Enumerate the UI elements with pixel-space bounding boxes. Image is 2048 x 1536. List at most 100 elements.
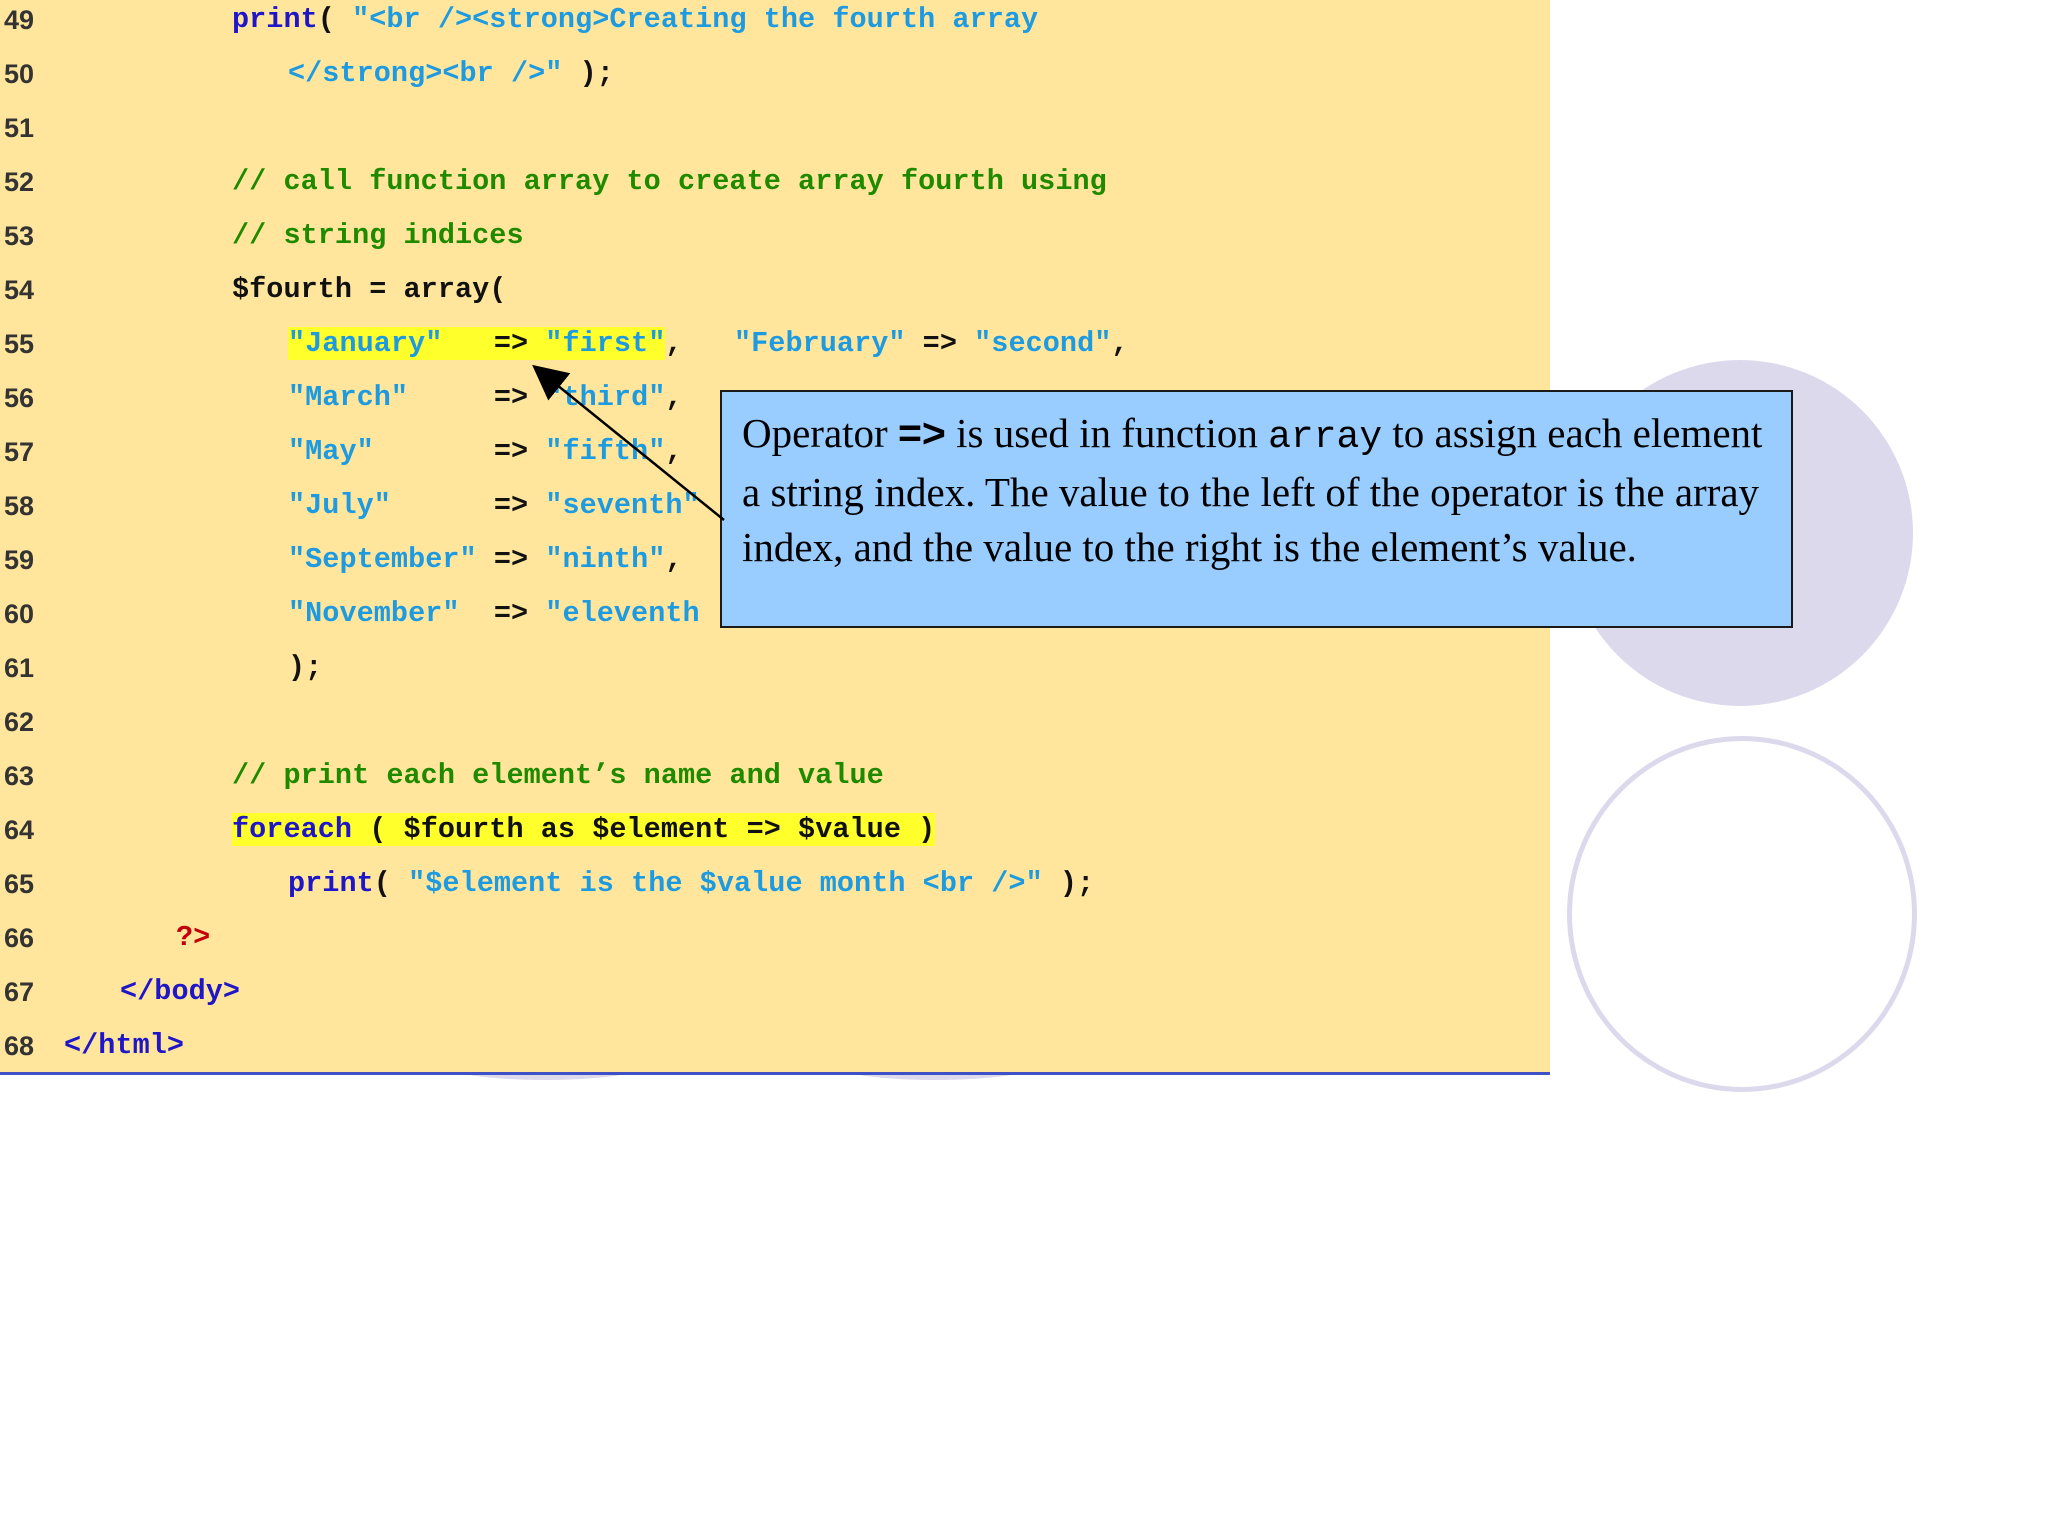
code-token: "July" xyxy=(288,489,391,522)
code-token: , xyxy=(665,543,683,576)
code-token: print xyxy=(232,3,318,36)
code-token: </body> xyxy=(120,975,241,1008)
code-line: 51 xyxy=(0,108,1550,148)
code-token: "September" xyxy=(288,543,477,576)
code-text: </strong><br />" ); xyxy=(288,54,614,94)
code-token: "seventh" xyxy=(545,489,700,522)
code-token: "eleventh xyxy=(545,597,700,630)
code-token: ?> xyxy=(176,921,211,954)
code-text: // call function array to create array f… xyxy=(232,162,1107,202)
line-number: 53 xyxy=(4,221,35,251)
code-token: "ninth" xyxy=(545,543,666,576)
code-token: "first" xyxy=(545,327,666,360)
code-text: print( "<br /><strong>Creating the fourt… xyxy=(232,0,1038,40)
line-number: 56 xyxy=(4,383,35,413)
code-token: foreach xyxy=(232,813,353,846)
code-token: "May" xyxy=(288,435,374,468)
code-token: "$element is the $value month <br />" xyxy=(408,867,1043,900)
code-line: 64 foreach ( $fourth as $element => $valu… xyxy=(0,810,1550,850)
code-text: $fourth = array( xyxy=(232,270,506,310)
code-token: => xyxy=(442,327,546,360)
callout-box: Operator => is used in function array to… xyxy=(720,390,1793,628)
line-number: 63 xyxy=(4,761,35,791)
code-token: // print each element’s name and value xyxy=(232,759,884,792)
code-token: , xyxy=(665,381,683,414)
code-token: ( $fourth as $element => $value ) xyxy=(352,813,936,846)
line-number: 59 xyxy=(4,545,35,575)
code-line: 63 // print each element’s name and value xyxy=(0,756,1550,796)
code-token: "February" xyxy=(734,327,906,360)
code-token: // string indices xyxy=(232,219,524,252)
code-line: 53 // string indices xyxy=(0,216,1550,256)
code-line: 52 // call function array to create array… xyxy=(0,162,1550,202)
code-line: 67 </body> xyxy=(0,972,1550,1012)
code-text: // string indices xyxy=(232,216,524,256)
code-token: ); xyxy=(1042,867,1095,900)
code-token: "November" xyxy=(288,597,460,630)
line-number: 68 xyxy=(4,1031,35,1061)
code-token: </strong><br />" xyxy=(288,57,563,90)
code-line: 62 xyxy=(0,702,1550,742)
code-token: , xyxy=(665,327,734,360)
code-text: </html> xyxy=(64,1026,184,1066)
line-number: 50 xyxy=(4,59,35,89)
decorative-circle-outline xyxy=(1567,736,1917,1092)
code-line: 49 print( "<br /><strong>Creating the fou… xyxy=(0,0,1550,40)
code-token: => xyxy=(459,597,546,630)
code-token: => xyxy=(476,543,546,576)
code-token: "January" xyxy=(288,327,443,360)
code-token: => xyxy=(408,381,546,414)
code-line: 61); xyxy=(0,648,1550,688)
code-text: "March" => "third", xyxy=(288,378,683,418)
line-number: 67 xyxy=(4,977,35,1007)
line-number: 60 xyxy=(4,599,35,629)
code-line: 55 "January" => "first", "February" => "s… xyxy=(0,324,1550,364)
code-text: "November" => "eleventh xyxy=(288,594,700,634)
code-token: ( xyxy=(373,867,409,900)
code-token: "fifth" xyxy=(545,435,666,468)
line-number: 49 xyxy=(4,5,35,35)
code-text: "January" => "first", "February" => "sec… xyxy=(288,324,1129,364)
code-text: print( "$element is the $value month <br… xyxy=(288,864,1094,904)
line-number: 52 xyxy=(4,167,35,197)
code-token: "<br /><strong>Creating the fourth array xyxy=(352,3,1039,36)
code-token: print xyxy=(288,867,374,900)
callout-text-1: Operator xyxy=(742,410,898,456)
code-line: 54 $fourth = array( xyxy=(0,270,1550,310)
line-number: 66 xyxy=(4,923,35,953)
code-text: "July" => "seventh" xyxy=(288,486,700,526)
line-number: 62 xyxy=(4,707,35,737)
line-number: 61 xyxy=(4,653,35,683)
callout-text-2: is used in function xyxy=(945,410,1269,456)
line-number: 58 xyxy=(4,491,35,521)
code-line: 68 </html> xyxy=(0,1026,1550,1066)
code-text: "September" => "ninth", xyxy=(288,540,683,580)
code-token: ); xyxy=(288,651,323,684)
code-token: => xyxy=(905,327,975,360)
code-text: ?> xyxy=(176,918,210,958)
code-token: "third" xyxy=(545,381,666,414)
callout-operator: => xyxy=(897,410,946,456)
code-text: "May" => "fifth", xyxy=(288,432,683,472)
code-token: ( xyxy=(317,3,353,36)
line-number: 51 xyxy=(4,113,35,143)
code-text: ); xyxy=(288,648,322,688)
code-token: ); xyxy=(562,57,614,90)
line-number: 64 xyxy=(4,815,35,845)
code-token: </html> xyxy=(64,1029,185,1062)
code-token: $fourth = array( xyxy=(232,273,507,306)
code-token: , xyxy=(1111,327,1129,360)
code-text: </body> xyxy=(120,972,240,1012)
code-token: , xyxy=(665,435,683,468)
callout-function-name: array xyxy=(1268,416,1383,459)
line-number: 55 xyxy=(4,329,35,359)
code-line: 50 </strong><br />" ); xyxy=(0,54,1550,94)
code-token: "March" xyxy=(288,381,409,414)
code-text: // print each element’s name and value xyxy=(232,756,884,796)
code-token: "second" xyxy=(974,327,1112,360)
code-token: // call function array to create array f… xyxy=(232,165,1107,198)
code-token: => xyxy=(373,435,546,468)
code-line: 65 print( "$element is the $value month <… xyxy=(0,864,1550,904)
code-token: => xyxy=(390,489,546,522)
line-number: 65 xyxy=(4,869,35,899)
